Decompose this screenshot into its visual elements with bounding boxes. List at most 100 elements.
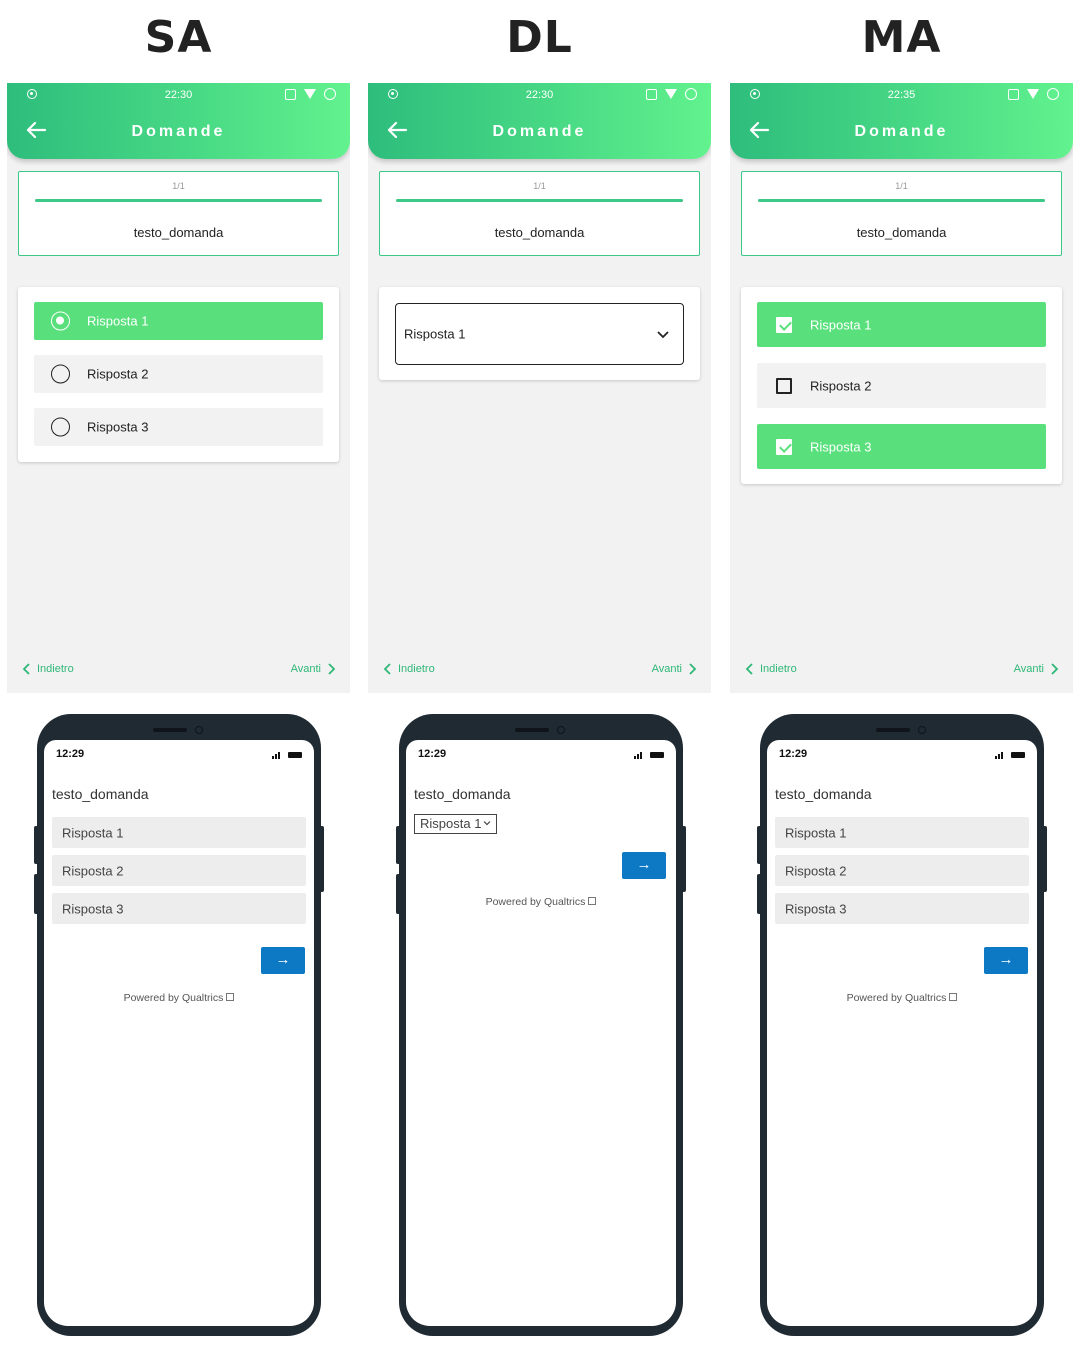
chevron-right-icon	[1051, 663, 1059, 675]
battery-icon	[288, 752, 302, 758]
chevron-left-icon	[745, 663, 753, 675]
checkbox-option-1[interactable]: Risposta 1	[757, 302, 1046, 347]
question-card: 1/1 testo_domanda	[18, 171, 339, 256]
app-header: 22:30 Domande	[368, 83, 711, 159]
answer-select[interactable]: Risposta 1	[414, 814, 497, 834]
progress-bar	[396, 199, 683, 202]
question-counter: 1/1	[895, 181, 908, 191]
phone-screen: 12:29 testo_domanda Risposta 1 → Powered…	[406, 740, 676, 1326]
next-nav-button[interactable]: Avanti	[291, 663, 336, 675]
vibrate-icon	[646, 88, 657, 100]
chevron-right-icon	[328, 663, 336, 675]
next-label: Avanti	[290, 663, 321, 675]
signal-icon	[272, 752, 280, 759]
camera-icon	[918, 726, 926, 734]
external-link-icon	[949, 993, 958, 1001]
status-bar: 22:30	[7, 83, 350, 106]
app-header: 22:30 Domande	[7, 83, 350, 159]
app-screen-single-answer: 22:30 Domande 1/1 testo_domanda Risposta…	[7, 83, 350, 693]
radio-option-1[interactable]: Risposta 1	[34, 302, 323, 340]
camera-icon	[557, 726, 565, 734]
answer-option[interactable]: Risposta 1	[775, 817, 1029, 848]
option-label: Risposta 3	[785, 901, 847, 916]
battery-icon	[650, 752, 664, 758]
question-card: 1/1 testo_domanda	[741, 171, 1062, 256]
next-button[interactable]: →	[984, 947, 1028, 974]
answer-option[interactable]: Risposta 2	[52, 855, 306, 886]
radio-icon	[51, 417, 70, 437]
column-title-dl: DL	[506, 12, 573, 63]
back-nav-button[interactable]: Indietro	[22, 663, 74, 675]
question-text: testo_domanda	[856, 225, 947, 240]
question-text: testo_domanda	[52, 786, 149, 802]
speaker	[515, 728, 549, 732]
radio-option-3[interactable]: Risposta 3	[34, 408, 323, 446]
phone-time: 12:29	[56, 748, 85, 760]
next-button[interactable]: →	[261, 947, 305, 974]
powered-by-link[interactable]: Powered by Qualtrics	[406, 896, 676, 908]
status-bar: 22:30	[368, 83, 711, 106]
battery-icon	[1047, 88, 1059, 100]
radio-icon	[51, 311, 70, 331]
option-label: Risposta 3	[87, 419, 149, 435]
option-label: Risposta 1	[810, 317, 872, 332]
camera-icon	[195, 726, 203, 734]
option-label: Risposta 1	[785, 825, 847, 840]
powered-by-link[interactable]: Powered by Qualtrics	[44, 992, 314, 1004]
back-nav-button[interactable]: Indietro	[383, 663, 435, 675]
radio-icon	[51, 364, 70, 384]
wifi-icon	[1027, 89, 1039, 99]
question-text: testo_domanda	[494, 225, 585, 240]
next-button[interactable]: →	[622, 852, 666, 879]
checkbox-icon	[776, 316, 792, 333]
progress-bar	[758, 199, 1045, 202]
answer-option[interactable]: Risposta 1	[52, 817, 306, 848]
page-title: Domande	[131, 123, 226, 140]
speaker	[153, 728, 187, 732]
chevron-down-icon	[483, 821, 491, 826]
answer-option[interactable]: Risposta 3	[52, 893, 306, 924]
chevron-right-icon	[689, 663, 697, 675]
wifi-icon	[304, 89, 316, 99]
checkbox-option-3[interactable]: Risposta 3	[757, 424, 1046, 469]
phone-screen: 12:29 testo_domanda Risposta 1 Risposta …	[44, 740, 314, 1326]
phone-mockup-sa: 12:29 testo_domanda Risposta 1 Risposta …	[34, 714, 324, 1336]
app-screen-multiple-answer: 22:35 Domande 1/1 testo_domanda Risposta…	[730, 83, 1073, 693]
next-nav-button[interactable]: Avanti	[652, 663, 697, 675]
status-bar: 22:35	[730, 83, 1073, 106]
option-label: Risposta 1	[87, 313, 149, 329]
answer-option[interactable]: Risposta 3	[775, 893, 1029, 924]
radio-option-2[interactable]: Risposta 2	[34, 355, 323, 393]
external-link-icon	[588, 897, 597, 905]
checkbox-option-2[interactable]: Risposta 2	[757, 363, 1046, 408]
wifi-icon	[665, 89, 677, 99]
back-nav-button[interactable]: Indietro	[745, 663, 797, 675]
chevron-down-icon	[657, 331, 669, 339]
powered-by-link[interactable]: Powered by Qualtrics	[767, 992, 1037, 1004]
battery-icon	[685, 88, 697, 100]
option-label: Risposta 1	[62, 825, 124, 840]
question-text: testo_domanda	[414, 786, 511, 802]
phone-time: 12:29	[779, 748, 808, 760]
external-link-icon	[226, 993, 235, 1001]
back-label: Indietro	[398, 663, 435, 675]
battery-icon	[1011, 752, 1025, 758]
question-text: testo_domanda	[775, 786, 872, 802]
powered-label: Powered by Qualtrics	[485, 896, 586, 908]
progress-bar	[35, 199, 322, 202]
back-label: Indietro	[37, 663, 74, 675]
column-title-sa: SA	[144, 12, 213, 63]
powered-label: Powered by Qualtrics	[123, 992, 224, 1004]
column-title-ma: MA	[861, 12, 942, 63]
answers-card: Risposta 1 Risposta 2 Risposta 3	[18, 287, 339, 462]
answer-dropdown[interactable]: Risposta 1	[395, 303, 684, 365]
option-label: Risposta 2	[87, 366, 149, 382]
page-title: Domande	[854, 123, 949, 140]
question-text: testo_domanda	[133, 225, 224, 240]
next-nav-button[interactable]: Avanti	[1014, 663, 1059, 675]
question-counter: 1/1	[172, 181, 185, 191]
page-title: Domande	[492, 123, 587, 140]
signal-icon	[634, 752, 642, 759]
battery-icon	[324, 88, 336, 100]
answer-option[interactable]: Risposta 2	[775, 855, 1029, 886]
